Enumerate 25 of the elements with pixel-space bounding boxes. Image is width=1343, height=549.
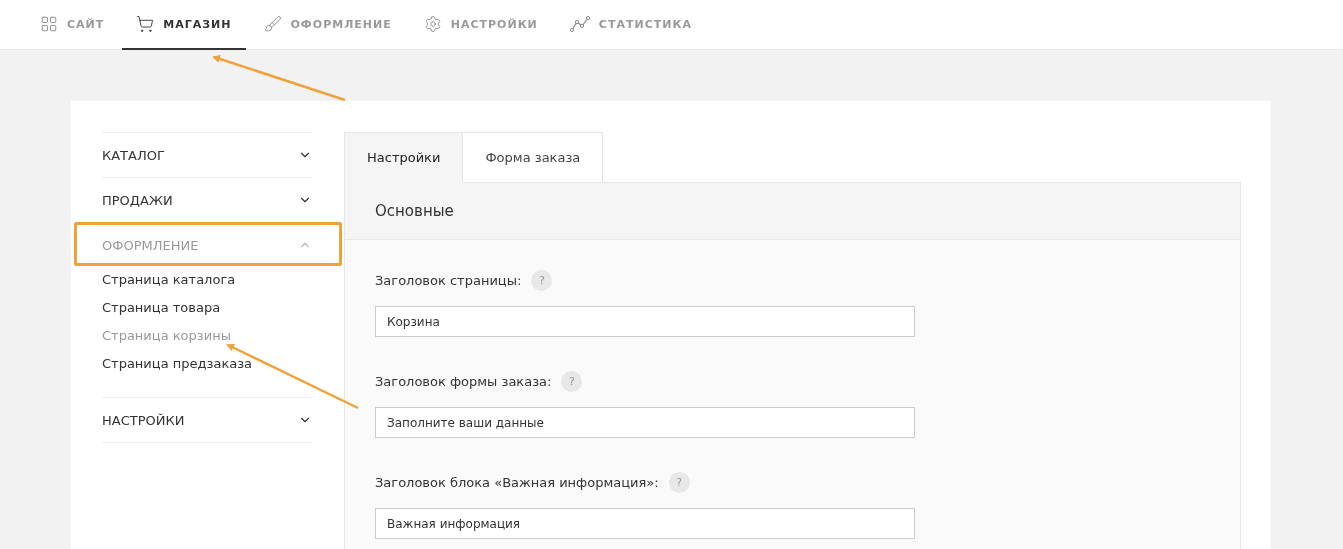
section-title: Основные [345,183,1240,240]
section-label: КАТАЛОГ [102,147,165,163]
settings-icon [423,15,442,33]
brush-icon [263,15,282,33]
tab[interactable]: Настройки [344,132,464,183]
tab[interactable]: Форма заказа [462,132,604,183]
sidebar-section[interactable]: НАСТРОЙКИ [102,398,312,442]
nav-tab[interactable]: МАГАЗИН [122,0,246,50]
sidebar-section[interactable]: КАТАЛОГ [102,133,312,177]
sidebar-link[interactable]: Страница предзаказа [102,355,312,373]
cart-icon [136,15,155,33]
line-chart-icon [569,16,590,32]
section-label: ПРОДАЖИ [102,192,173,208]
section-label: НАСТРОЙКИ [102,412,185,428]
sidebar-link[interactable]: Страница товара [102,299,312,317]
input-field[interactable]: Заполните ваши данные [375,407,915,438]
field-label: Заголовок страницы: [375,273,522,288]
input-field[interactable]: Корзина [375,306,915,337]
input-field[interactable]: Важная информация [375,508,915,539]
sidebar-section[interactable]: ПРОДАЖИ [102,178,312,222]
grid-icon [40,15,58,33]
sidebar-link[interactable]: Страница каталога [102,271,312,289]
section-label: ОФОРМЛЕНИЕ [102,237,199,253]
field-label: Заголовок формы заказа: [375,374,552,389]
field-label: Заголовок блока «Важная информация»: [375,475,659,490]
